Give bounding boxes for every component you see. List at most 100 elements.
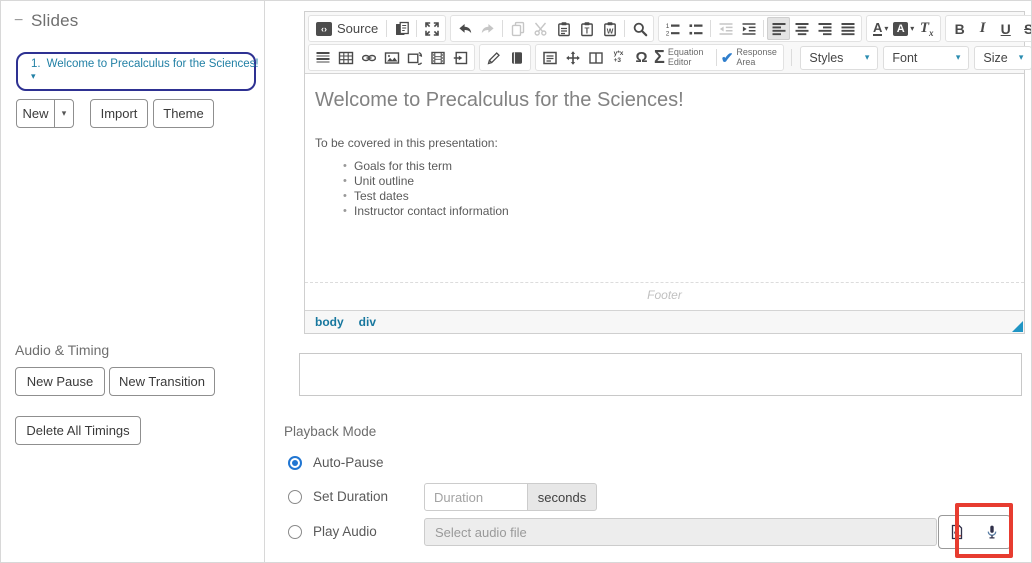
undo-icon	[457, 21, 473, 37]
paste-from-word-button[interactable]	[598, 17, 621, 40]
slides-collapse-toggle[interactable]: −	[14, 12, 23, 30]
slide-number: 1.	[31, 58, 41, 70]
delete-all-timings-button[interactable]: Delete All Timings	[15, 416, 141, 445]
templates-button[interactable]	[390, 17, 413, 40]
new-transition-button[interactable]: New Transition	[109, 367, 215, 396]
response-area-button[interactable]: ✔ Response Area	[720, 46, 782, 69]
equation-editor-label: Equation Editor	[668, 48, 712, 67]
auto-pause-radio[interactable]	[288, 456, 302, 470]
paste-button[interactable]	[552, 17, 575, 40]
seconds-addon-label: seconds	[527, 483, 597, 511]
new-slide-dropdown-caret-icon[interactable]: ▾	[54, 99, 74, 128]
slide-menu-caret-icon[interactable]: ▾	[31, 71, 246, 81]
media-icon	[407, 50, 423, 66]
set-duration-label[interactable]: Set Duration	[313, 489, 388, 504]
special-character-button[interactable]: Ω	[630, 46, 653, 69]
theme-button[interactable]: Theme	[153, 99, 214, 128]
list-item: Unit outline	[354, 174, 1024, 189]
italic-button[interactable]: I	[971, 17, 994, 40]
editor-content-area[interactable]: Welcome to Precalculus for the Sciences!…	[305, 74, 1024, 310]
play-audio-radio[interactable]	[288, 525, 302, 539]
new-pause-button[interactable]: New Pause	[15, 367, 105, 396]
remove-format-icon: Tx	[920, 20, 934, 38]
font-dropdown[interactable]: Font ▾	[883, 46, 969, 70]
list-item: Instructor contact information	[354, 204, 1024, 219]
text-color-icon: A	[873, 21, 882, 36]
playback-mode-title: Playback Mode	[284, 424, 376, 439]
strikethrough-button[interactable]: S	[1017, 17, 1032, 40]
slide-heading: Welcome to Precalculus for the Sciences!	[315, 89, 1024, 112]
insert-video-button[interactable]	[426, 46, 449, 69]
element-path-bar: body div	[305, 310, 1024, 333]
align-left-icon	[771, 21, 787, 37]
set-duration-radio[interactable]	[288, 490, 302, 504]
increase-indent-button[interactable]	[737, 17, 760, 40]
text-block-button[interactable]	[538, 46, 561, 69]
new-slide-button[interactable]: New	[16, 99, 55, 128]
slide-bullet-list: Goals for this term Unit outline Test da…	[305, 159, 1024, 219]
background-color-caret-icon: ▾	[910, 24, 914, 33]
paste-as-text-icon	[579, 21, 595, 37]
toolbar-row-1: ‹› Source	[308, 14, 1021, 43]
insert-link-button[interactable]	[357, 46, 380, 69]
bulleted-list-button[interactable]	[684, 17, 707, 40]
insert-media-button[interactable]	[403, 46, 426, 69]
editor-resize-handle[interactable]	[1012, 321, 1023, 332]
align-justify-icon	[840, 21, 856, 37]
numbered-list-button[interactable]	[661, 17, 684, 40]
cut-button[interactable]	[529, 17, 552, 40]
sketch-button[interactable]	[482, 46, 505, 69]
list-item: Test dates	[354, 189, 1024, 204]
copy-button[interactable]	[506, 17, 529, 40]
bold-button[interactable]: B	[948, 17, 971, 40]
align-right-button[interactable]	[813, 17, 836, 40]
audio-file-input[interactable]	[424, 518, 937, 546]
find-replace-button[interactable]	[628, 17, 651, 40]
select-audio-file-button[interactable]	[938, 515, 975, 549]
insert-image-button[interactable]	[380, 46, 403, 69]
background-color-button[interactable]: A▾	[892, 17, 915, 40]
insert-table-button[interactable]	[334, 46, 357, 69]
source-button[interactable]: ‹› Source	[311, 17, 383, 40]
columns-button[interactable]	[584, 46, 607, 69]
copy-icon	[510, 21, 526, 37]
text-color-button[interactable]: A▾	[869, 17, 892, 40]
align-center-button[interactable]	[790, 17, 813, 40]
redo-button[interactable]	[476, 17, 499, 40]
sidebar-divider	[264, 1, 265, 562]
paste-icon	[556, 21, 572, 37]
equation-editor-button[interactable]: Σ Equation Editor	[653, 46, 713, 69]
play-audio-label[interactable]: Play Audio	[313, 524, 377, 539]
sketch-pencil-icon	[486, 50, 502, 66]
image-icon	[384, 50, 400, 66]
styles-caret-icon: ▾	[865, 52, 870, 63]
undo-button[interactable]	[453, 17, 476, 40]
path-item-body[interactable]: body	[315, 315, 344, 329]
underline-button[interactable]: U	[994, 17, 1017, 40]
paste-as-text-button[interactable]	[575, 17, 598, 40]
auto-pause-label[interactable]: Auto-Pause	[313, 455, 384, 470]
align-justify-button[interactable]	[836, 17, 859, 40]
duration-input[interactable]	[424, 483, 528, 511]
horizontal-line-button[interactable]	[311, 46, 334, 69]
positioning-button[interactable]	[561, 46, 584, 69]
size-dropdown[interactable]: Size ▾	[974, 46, 1032, 70]
slide-list-item[interactable]: 1.Welcome to Precalculus for the Science…	[16, 52, 256, 91]
insert-iframe-button[interactable]	[449, 46, 472, 69]
align-left-button[interactable]	[767, 17, 790, 40]
remove-format-button[interactable]: Tx	[915, 17, 938, 40]
decrease-indent-button[interactable]	[714, 17, 737, 40]
path-item-div[interactable]: div	[359, 315, 376, 329]
maximize-button[interactable]	[420, 17, 443, 40]
paste-from-word-icon	[602, 21, 618, 37]
numbered-list-icon	[665, 21, 681, 37]
styles-dropdown[interactable]: Styles ▾	[800, 46, 878, 70]
import-button[interactable]: Import	[90, 99, 148, 128]
notes-empty-field[interactable]	[299, 353, 1022, 396]
align-center-icon	[794, 21, 810, 37]
footer-placeholder[interactable]: Footer	[305, 282, 1024, 310]
record-audio-button[interactable]	[974, 515, 1011, 549]
variables-button[interactable]: y*x+3	[607, 46, 630, 69]
size-caret-icon: ▾	[1019, 52, 1024, 63]
book-button[interactable]	[505, 46, 528, 69]
